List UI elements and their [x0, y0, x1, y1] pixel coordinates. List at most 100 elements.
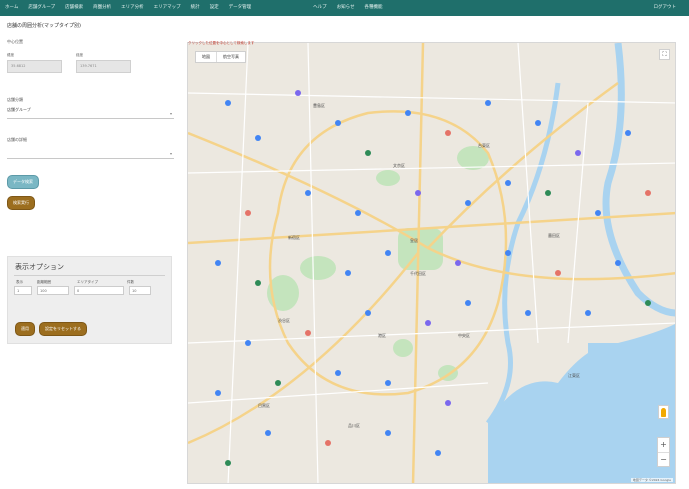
pin-marker: [645, 190, 651, 196]
location-section-label: 中心位置: [7, 39, 23, 44]
latitude-label: 緯度: [7, 53, 14, 57]
pin-marker: [275, 380, 281, 386]
option-area-type-input[interactable]: 0: [74, 286, 124, 295]
pin-marker: [625, 130, 631, 136]
pin-marker: [345, 270, 351, 276]
pegman-figure: [661, 408, 666, 417]
pin-marker: [225, 460, 231, 466]
pin-marker: [365, 310, 371, 316]
store-type-select[interactable]: ▾: [7, 147, 174, 159]
pin-marker: [545, 190, 551, 196]
nav-item-area-map[interactable]: エリアマップ: [149, 0, 186, 16]
nav-item-area-analysis[interactable]: エリア分析: [116, 0, 149, 16]
bay-water: [488, 323, 675, 483]
store-group-select[interactable]: 店舗グループ ▾: [7, 107, 174, 119]
street-view-pegman-icon[interactable]: [658, 405, 669, 419]
group-section-label: 店舗分類: [7, 97, 23, 102]
chevron-down-icon: ▾: [169, 151, 172, 156]
zoom-out-button[interactable]: −: [658, 452, 669, 466]
latitude-group: 緯度 35.6812: [7, 53, 62, 73]
apply-options-button[interactable]: 適用: [15, 322, 35, 336]
map-attribution: 地図データ ©2024 Google: [630, 478, 673, 482]
option-label-display: 表示: [16, 280, 23, 284]
nav-item-notices[interactable]: お知らせ: [332, 0, 360, 16]
pin-marker: [615, 260, 621, 266]
nav-item-functions[interactable]: 各種機能: [360, 0, 388, 16]
nav-item-trade-area[interactable]: 商圏分析: [88, 0, 116, 16]
pin-marker: [255, 280, 261, 286]
pin-marker: [445, 130, 451, 136]
pin-marker: [215, 390, 221, 396]
pin-marker: [225, 100, 231, 106]
option-inputs: 1 100 0 10: [8, 286, 171, 295]
pin-marker: [445, 400, 451, 406]
reset-options-button[interactable]: 設定をリセットする: [39, 322, 87, 336]
pin-marker: [325, 440, 331, 446]
type-section-label: 店舗の詳細: [7, 137, 27, 142]
nav-item-logout[interactable]: ログアウト: [649, 0, 682, 16]
option-distance-input[interactable]: 100: [37, 286, 69, 295]
nav-item-store-group[interactable]: 店舗グループ: [23, 0, 60, 16]
nav-item-data-management[interactable]: データ管理: [224, 0, 257, 16]
longitude-field[interactable]: 139.7671: [76, 60, 131, 73]
map-canvas[interactable]: 新宿区 皇居 千代田区 文京区 台東区 渋谷区 港区 中央区 江東区 品川区 目…: [187, 42, 676, 484]
road-diagonal-2: [427, 246, 675, 281]
latitude-field[interactable]: 35.6812: [7, 60, 62, 73]
pin-marker: [305, 330, 311, 336]
pin-marker: [295, 90, 301, 96]
map-label-koto: 江東区: [568, 373, 580, 378]
sumida-river: [485, 82, 561, 425]
page-title: 店舗の周囲分析(マップタイプ別): [7, 23, 81, 29]
map-type-tabs: 地図 航空写真: [195, 51, 246, 63]
option-buttons: 適用 設定をリセットする: [15, 322, 87, 336]
tab-map[interactable]: 地図: [196, 52, 216, 62]
longitude-group: 経度 139.7671: [76, 53, 131, 73]
nav-item-home[interactable]: ホーム: [0, 0, 23, 16]
search-execute-button[interactable]: 検索実行: [7, 196, 35, 210]
nav-item-store-search[interactable]: 店舗検索: [60, 0, 88, 16]
coordinate-row: 緯度 35.6812 経度 139.7671: [7, 53, 174, 73]
pin-marker: [365, 150, 371, 156]
shinjuku-gyoen-park: [300, 256, 336, 280]
fullscreen-icon[interactable]: ⛶: [659, 49, 670, 60]
option-count-input[interactable]: 10: [129, 286, 151, 295]
map-label-meguro: 目黒区: [258, 403, 270, 408]
map-label-shibuya: 渋谷区: [278, 318, 290, 323]
pin-marker: [335, 370, 341, 376]
pin-marker: [215, 260, 221, 266]
canal-east: [588, 343, 628, 403]
top-navigation-bar: ホーム 店舗グループ 店舗検索 商圏分析 エリア分析 エリアマップ 統計 設定 …: [0, 0, 689, 16]
option-labels: 表示 距離範囲 エリアタイプ 件数: [8, 276, 171, 286]
minor-road-8: [567, 102, 589, 344]
pin-marker: [645, 300, 651, 306]
pin-marker: [455, 260, 461, 266]
map-graphics: [188, 43, 675, 483]
pin-marker: [265, 430, 271, 436]
zoom-control: + −: [657, 437, 670, 467]
map-label-chuo: 中央区: [458, 333, 470, 338]
data-search-button[interactable]: データ検索: [7, 175, 39, 189]
left-control-panel: 店舗の周囲分析(マップタイプ別) 中心位置 緯度 35.6812 経度 139.…: [7, 22, 174, 484]
pin-marker: [405, 110, 411, 116]
longitude-label: 経度: [76, 53, 83, 57]
map-label-minato: 港区: [378, 333, 386, 338]
pin-marker: [415, 190, 421, 196]
pin-marker: [595, 210, 601, 216]
map-label-shinjuku: 新宿区: [288, 235, 300, 240]
pin-marker: [505, 250, 511, 256]
tab-satellite[interactable]: 航空写真: [216, 52, 245, 62]
zoom-in-button[interactable]: +: [658, 438, 669, 452]
pin-marker: [305, 190, 311, 196]
pin-marker: [465, 300, 471, 306]
nav-item-settings[interactable]: 設定: [205, 0, 224, 16]
option-label-count: 件数: [127, 280, 134, 284]
nav-item-help[interactable]: ヘルプ: [308, 0, 332, 16]
option-display-input[interactable]: 1: [14, 286, 32, 295]
map-label-chiyoda: 千代田区: [410, 271, 426, 276]
chevron-down-icon: ▾: [169, 111, 172, 116]
display-options-title: 表示オプション: [15, 263, 64, 271]
nav-item-statistics[interactable]: 統計: [186, 0, 205, 16]
display-options-panel: 表示オプション 表示 距離範囲 エリアタイプ 件数 1 100 0 10 適用 …: [7, 256, 172, 344]
